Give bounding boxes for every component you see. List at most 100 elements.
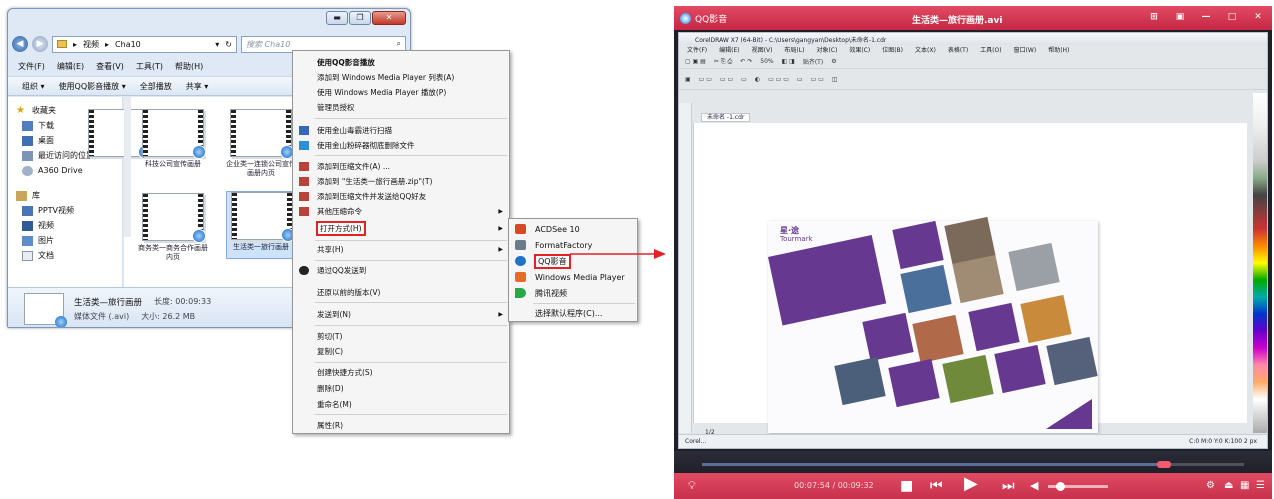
menu-view[interactable]: 查看(V) bbox=[96, 61, 124, 72]
play-qq-button[interactable]: 使用QQ影音播放 ▾ bbox=[59, 81, 126, 92]
formatfactory-icon bbox=[515, 240, 526, 250]
qq-player-window: QQ影音 生活类—旅行画册.avi ⊞ ▣ — □ ✕ CorelDRAW X7… bbox=[674, 6, 1272, 499]
menu-item-play-wmp[interactable]: 使用 Windows Media Player 播放(P) bbox=[293, 85, 509, 100]
dropdown-icon[interactable]: ▾ bbox=[215, 40, 219, 49]
previous-button[interactable]: ⏮︎ bbox=[930, 477, 943, 495]
menu-item-add-archive[interactable]: 添加到压缩文件(A) ... bbox=[293, 159, 509, 174]
selected-file-thumbnail bbox=[24, 292, 67, 327]
menu-item-copy[interactable]: 复制(C) bbox=[293, 344, 509, 359]
brochure-photo bbox=[900, 264, 952, 314]
brochure-photo bbox=[834, 356, 886, 406]
open-with-acdsee[interactable]: ACDSee 10 bbox=[509, 221, 637, 237]
nav-pptv[interactable]: PPTV视频 bbox=[16, 203, 122, 218]
menu-item-shred[interactable]: 使用金山粉碎器彻底删除文件 bbox=[293, 138, 509, 153]
menu-item-rename[interactable]: 重命名(M) bbox=[293, 397, 509, 412]
context-menu: 使用QQ影音播放 添加到 Windows Media Player 列表(A) … bbox=[292, 50, 510, 434]
menu-item-archive-send-qq[interactable]: 添加到压缩文件并发送给QQ好友 bbox=[293, 189, 509, 204]
play-all-button[interactable]: 全部播放 bbox=[140, 81, 172, 92]
menu-tools[interactable]: 工具(T) bbox=[136, 61, 163, 72]
file-item[interactable]: 商务类一商务合作画册内页 bbox=[138, 193, 208, 261]
menu-item-properties[interactable]: 属性(R) bbox=[293, 418, 509, 433]
open-with-tencent-video[interactable]: 腾讯视频 bbox=[509, 285, 637, 301]
menu-item-play-qq[interactable]: 使用QQ影音播放 bbox=[293, 55, 509, 70]
menu-item-restore[interactable]: 还原以前的版本(V) bbox=[293, 285, 509, 300]
play-button[interactable]: ▶ bbox=[964, 475, 978, 493]
menu-item-other-compress[interactable]: 其他压缩命令 ▶ bbox=[293, 204, 509, 219]
player-app-name: QQ影音 bbox=[695, 15, 728, 25]
menu-file[interactable]: 文件(F) bbox=[18, 61, 45, 72]
toolbox-icon[interactable]: ▦ bbox=[1240, 477, 1249, 495]
minimize-button[interactable]: ▬ bbox=[326, 11, 348, 25]
corel-toolbar: ▢ ▣ ▤ ✂ ⎘ ⎙ ↶ ↷ 50% ◧ ◨ 贴齐(T) ⚙ bbox=[679, 55, 1267, 69]
search-icon[interactable]: ⌕ bbox=[397, 39, 401, 49]
archive-icon bbox=[299, 192, 309, 201]
menu-item-send-qq[interactable]: 通过QQ发送到 bbox=[293, 263, 509, 278]
share-button[interactable]: 共享 ▾ bbox=[186, 81, 209, 92]
seek-handle[interactable] bbox=[1157, 461, 1172, 468]
nav-documents[interactable]: 文档 bbox=[16, 248, 122, 263]
nav-pictures[interactable]: 图片 bbox=[16, 233, 122, 248]
player-title: 生活类—旅行画册.avi bbox=[912, 16, 1003, 26]
corel-menu: 文件(F) 编辑(E) 视图(V) 布局(L) 对象(C) 效果(C) 位图(B… bbox=[687, 47, 1070, 54]
submenu-arrow-icon: ▶ bbox=[498, 225, 503, 232]
menu-item-share[interactable]: 共享(H) ▶ bbox=[293, 242, 509, 257]
qqplayer-logo-icon bbox=[680, 13, 691, 24]
volume-handle[interactable] bbox=[1056, 482, 1065, 491]
menu-icon[interactable]: ☰ bbox=[1256, 477, 1265, 495]
address-bar[interactable]: ▸ 视频 ▸ Cha10 ▾ ↻ bbox=[52, 35, 237, 53]
open-with-submenu: ACDSee 10 FormatFactory QQ影音 Windows Med… bbox=[508, 218, 638, 322]
player-minimize-button[interactable]: — bbox=[1196, 10, 1216, 25]
close-button[interactable]: ✕ bbox=[372, 11, 406, 25]
maximize-button[interactable]: ❐ bbox=[349, 11, 371, 25]
menu-item-admin[interactable]: 管理员授权 bbox=[293, 100, 509, 115]
back-button[interactable]: ◀ bbox=[12, 36, 28, 52]
seek-bar[interactable] bbox=[702, 461, 1244, 468]
organize-button[interactable]: 组织 ▾ bbox=[22, 81, 45, 92]
eject-icon[interactable]: ⏏ bbox=[1224, 477, 1233, 495]
qq-player-icon bbox=[192, 229, 206, 243]
refresh-icon[interactable]: ↻ bbox=[225, 40, 232, 49]
volume-slider[interactable] bbox=[1048, 482, 1108, 491]
menu-item-add-wmp-list[interactable]: 添加到 Windows Media Player 列表(A) bbox=[293, 70, 509, 85]
file-item[interactable]: 企业类一连锁公司宣传画册内页 bbox=[226, 109, 296, 177]
submenu-arrow-icon: ▶ bbox=[498, 208, 503, 215]
stop-button[interactable]: ■ bbox=[900, 477, 913, 495]
menu-item-delete[interactable]: 删除(D) bbox=[293, 381, 509, 396]
brochure-text-block bbox=[768, 234, 887, 326]
selected-file-name: 生活类—旅行画册 bbox=[74, 297, 143, 308]
menu-edit[interactable]: 编辑(E) bbox=[57, 61, 84, 72]
menu-item-send-to[interactable]: 发送到(N) ▶ bbox=[293, 307, 509, 322]
scrollbar[interactable] bbox=[124, 97, 131, 237]
settings-icon[interactable]: ⚙ bbox=[1206, 477, 1215, 495]
player-maximize-button[interactable]: □ bbox=[1222, 10, 1242, 25]
menu-item-add-zip[interactable]: 添加到 "生活类一旅行画册.zip"(T) bbox=[293, 174, 509, 189]
breadcrumb-video[interactable]: 视频 bbox=[83, 39, 99, 50]
file-item-selected[interactable]: 生活类一旅行画册 bbox=[226, 191, 296, 259]
playlist-button[interactable]: ⊞ bbox=[1144, 10, 1164, 25]
video-icon bbox=[22, 205, 33, 216]
menu-item-create-shortcut[interactable]: 创建快捷方式(S) bbox=[293, 365, 509, 380]
corel-property-bar: ▣ ▭ ▭ ▭ ▭ ▭ ◐ ▭ ▭ ▭ ▭ ▭ ▭ ◫ bbox=[679, 70, 1267, 90]
forward-button[interactable]: ▶ bbox=[32, 36, 48, 52]
menu-item-duba-scan[interactable]: 使用金山毒霸进行扫描 bbox=[293, 123, 509, 138]
brochure-tile bbox=[862, 312, 914, 362]
open-with-choose-default[interactable]: 选择默认程序(C)... bbox=[509, 305, 637, 321]
nav-videos[interactable]: 视频 bbox=[16, 218, 122, 233]
menu-item-open-with[interactable]: 打开方式(H) ▶ bbox=[293, 221, 509, 236]
file-item[interactable]: 科技公司宣传画册 bbox=[138, 109, 208, 177]
video-frame[interactable]: CorelDRAW X7 (64-Bit) - C:\Users\gangyan… bbox=[678, 32, 1268, 449]
menu-help[interactable]: 帮助(H) bbox=[175, 61, 203, 72]
next-button[interactable]: ⏭︎ bbox=[1002, 477, 1015, 495]
folder-icon bbox=[57, 40, 67, 48]
corel-doc-tab: 未命名 -1.cdr bbox=[701, 113, 751, 122]
nav-library[interactable]: 库 bbox=[16, 188, 122, 203]
lightbulb-icon[interactable]: 💡︎ bbox=[688, 477, 696, 495]
open-with-wmp[interactable]: Windows Media Player bbox=[509, 269, 637, 285]
brochure-tile bbox=[968, 302, 1020, 352]
menu-item-cut[interactable]: 剪切(T) bbox=[293, 329, 509, 344]
corel-color-palette bbox=[1253, 93, 1267, 433]
breadcrumb-cha10[interactable]: Cha10 bbox=[115, 40, 141, 49]
skin-button[interactable]: ▣ bbox=[1170, 10, 1190, 25]
player-close-button[interactable]: ✕ bbox=[1248, 10, 1268, 25]
volume-icon[interactable]: ◀ bbox=[1030, 477, 1038, 495]
